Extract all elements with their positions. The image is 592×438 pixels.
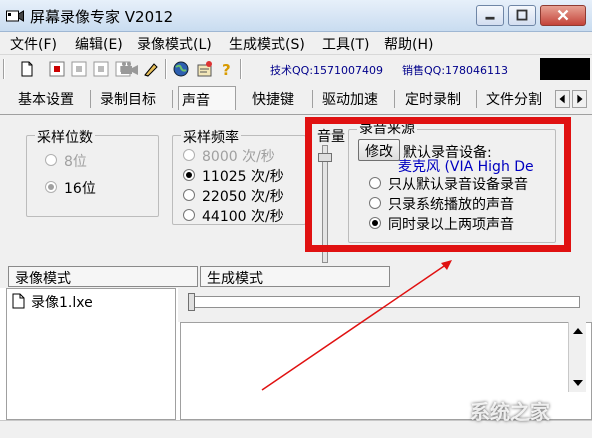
timeline-slider-track[interactable] <box>190 296 580 308</box>
arrow-right-icon <box>577 94 583 104</box>
tab-file-split[interactable]: 文件分割 <box>486 86 542 110</box>
pen-icon[interactable] <box>142 60 160 78</box>
menu-bar: 文件(F) 编辑(E) 录像模式(L) 生成模式(S) 工具(T) 帮助(H) <box>0 32 592 54</box>
pause-icon[interactable] <box>70 60 88 78</box>
option-label: 11025 次/秒 <box>202 169 284 185</box>
radio-button[interactable] <box>183 189 195 201</box>
tab-divider <box>394 90 395 108</box>
maximize-icon <box>516 9 528 21</box>
timeline-slider-thumb[interactable] <box>188 293 195 311</box>
tab-divider <box>90 90 91 108</box>
minimize-button[interactable] <box>476 5 504 26</box>
tab-driver-acceleration[interactable]: 驱动加速 <box>322 86 378 110</box>
option-label: 16位 <box>64 181 96 197</box>
option-label: 44100 次/秒 <box>202 209 284 225</box>
tab-record-mode-pane[interactable]: 录像模式 <box>8 266 198 287</box>
option-label: 22050 次/秒 <box>202 189 284 205</box>
tab-record-target[interactable]: 录制目标 <box>100 86 156 110</box>
close-icon <box>557 9 569 21</box>
scroll-down-icon[interactable] <box>569 374 587 392</box>
toolbar-grip <box>3 59 5 79</box>
tab-scroll-left-button[interactable] <box>555 90 570 108</box>
scroll-up-icon[interactable] <box>569 322 587 340</box>
minimize-icon <box>485 16 495 20</box>
file-icon <box>12 293 25 309</box>
title-bar: 屏幕录像专家 V2012 <box>0 0 592 32</box>
svg-text:?: ? <box>222 61 231 78</box>
maximize-button[interactable] <box>508 5 536 26</box>
tab-divider <box>312 90 313 108</box>
pane-tabs: 录像模式 生成模式 <box>0 264 592 288</box>
menu-help[interactable]: 帮助(H) <box>384 34 433 54</box>
sample-rate-label: 采样频率 <box>181 127 241 147</box>
tab-sound[interactable]: 声音 <box>178 86 236 110</box>
tab-scroll-right-button[interactable] <box>572 90 587 108</box>
app-camera-icon <box>6 10 24 22</box>
toolbar-separator-2 <box>240 59 242 79</box>
tab-divider <box>476 90 477 108</box>
menu-edit[interactable]: 编辑(E) <box>75 34 123 54</box>
tab-generate-mode-pane[interactable]: 生成模式 <box>200 266 390 287</box>
option-label: 8000 次/秒 <box>202 149 275 165</box>
menu-file[interactable]: 文件(F) <box>10 34 57 54</box>
menu-generate-mode[interactable]: 生成模式(S) <box>229 34 305 54</box>
settings-tabs: 基本设置 录制目标 声音 快捷键 驱动加速 定时录制 文件分割 <box>0 82 592 114</box>
scrollbar-track[interactable] <box>569 340 586 374</box>
bit-depth-group: 采样位数 8位 16位 <box>26 127 159 217</box>
record-icon[interactable] <box>48 60 66 78</box>
tab-hotkeys[interactable]: 快捷键 <box>252 86 294 110</box>
radio-button[interactable] <box>183 169 195 181</box>
toolbar: ? 技术QQ:1571007409 销售QQ:178046113 <box>0 54 592 82</box>
watermark: 系统之家 <box>470 400 550 424</box>
vertical-scrollbar[interactable] <box>568 322 586 392</box>
preview-box <box>540 58 590 80</box>
settings-icon[interactable] <box>196 60 214 78</box>
stop-icon[interactable] <box>92 60 110 78</box>
sales-qq: 销售QQ:178046113 <box>402 64 509 77</box>
help-question-icon[interactable]: ? <box>218 60 236 78</box>
radio-button[interactable] <box>45 181 57 193</box>
list-item[interactable]: 录像1.lxe <box>31 292 93 312</box>
window-title: 屏幕录像专家 V2012 <box>30 8 174 26</box>
close-button[interactable] <box>540 5 586 26</box>
menu-record-mode[interactable]: 录像模式(L) <box>137 34 212 54</box>
globe-icon[interactable] <box>172 60 190 78</box>
bit-depth-label: 采样位数 <box>35 127 95 147</box>
recording-file-list: 录像1.lxe <box>6 288 176 420</box>
radio-button[interactable] <box>183 209 195 221</box>
radio-button[interactable] <box>183 149 195 161</box>
menu-tools[interactable]: 工具(T) <box>322 34 369 54</box>
sample-rate-group: 采样频率 8000 次/秒 11025 次/秒 22050 次/秒 44100 … <box>172 127 306 225</box>
arrow-left-icon <box>559 94 565 104</box>
support-qq: 技术QQ:1571007409 <box>270 64 384 77</box>
highlight-annotation-box <box>305 117 571 252</box>
tab-scheduled-recording[interactable]: 定时录制 <box>405 86 461 110</box>
radio-button[interactable] <box>45 154 57 166</box>
new-document-icon[interactable] <box>18 60 36 78</box>
tab-basic-settings[interactable]: 基本设置 <box>18 86 74 110</box>
toolbar-separator <box>165 59 167 79</box>
option-label: 8位 <box>64 154 87 170</box>
tab-divider <box>172 90 173 108</box>
camera-icon[interactable] <box>118 60 140 78</box>
